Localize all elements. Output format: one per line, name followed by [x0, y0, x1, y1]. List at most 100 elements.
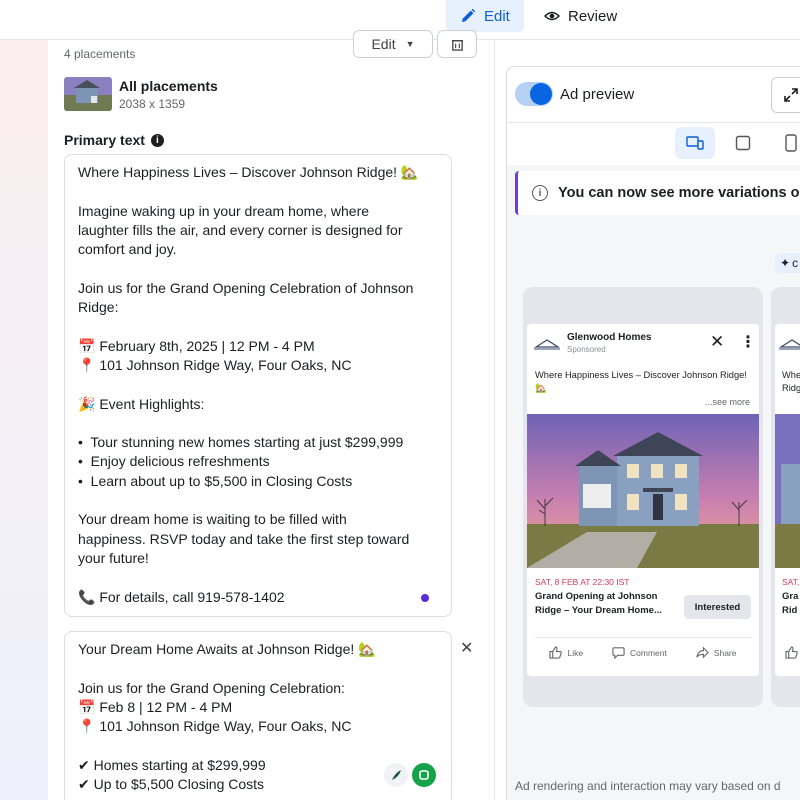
- primary-text-1-line: comfort and joy.: [78, 241, 177, 258]
- tab-edit-label: Edit: [484, 7, 510, 25]
- primary-text-1-line: your future!: [78, 549, 149, 566]
- primary-text-2-line: [78, 659, 438, 678]
- placements-count: 4 placements: [64, 47, 136, 61]
- comment-button[interactable]: Comment: [612, 646, 667, 659]
- post-actions: Like Comment Share: [535, 646, 751, 659]
- ad-2-text-line-2: Ridg: [782, 383, 800, 393]
- brand-name: Glenwood Homes: [567, 332, 652, 343]
- primary-text-2-line: 📅 Feb 8 | 12 PM - 4 PM: [78, 698, 233, 715]
- preview-disclaimer: Ad rendering and interaction may vary ba…: [515, 779, 781, 793]
- phone-icon: [785, 134, 797, 152]
- remove-text-close-icon[interactable]: ✕: [460, 638, 473, 658]
- primary-text-2-line: 📍 101 Johnson Ridge Way, Four Oaks, NC: [78, 718, 352, 735]
- primary-text-1-line: happiness. RSVP today and take the first…: [78, 530, 410, 547]
- device-desktop-button[interactable]: [723, 127, 763, 159]
- ad-preview-card-2: Whe Ridg SAT, Gra Rid: [775, 324, 800, 676]
- primary-text-1-line: • Tour stunning new homes starting at ju…: [78, 434, 404, 451]
- tab-review-label: Review: [568, 7, 618, 25]
- multi-device-icon: [686, 136, 704, 150]
- card-close-icon[interactable]: ✕: [710, 332, 724, 352]
- image-dimensions: 2038 x 1359: [119, 97, 186, 111]
- primary-text-input-1[interactable]: Where Happiness Lives – Discover Johnson…: [64, 154, 452, 617]
- square-icon: [735, 135, 751, 151]
- sponsored-label: Sponsored: [567, 345, 606, 354]
- thumbs-up-icon-2: [785, 646, 798, 659]
- primary-text-1-line: [78, 414, 438, 433]
- event-date: SAT, 8 FEB AT 22:30 IST: [535, 577, 630, 587]
- delete-button[interactable]: [437, 30, 477, 58]
- variations-notice: i You can now see more variations o: [515, 171, 800, 215]
- primary-text-1-line: 📅 February 8th, 2025 | 12 PM - 4 PM: [78, 337, 315, 354]
- info-icon[interactable]: i: [150, 133, 164, 147]
- text-assist-icons: [384, 763, 436, 787]
- ad-preview-toggle[interactable]: [515, 82, 553, 106]
- like-button[interactable]: Like: [549, 646, 583, 659]
- like-label: Like: [567, 647, 584, 658]
- house-image-2: [775, 414, 800, 568]
- edit-dropdown[interactable]: Edit ▼: [353, 30, 433, 58]
- expand-icon: [784, 88, 798, 102]
- primary-text-1-line: 🎉 Event Highlights:: [78, 395, 205, 412]
- sparkle-icon: ✦: [780, 256, 791, 270]
- ad-primary-text: Where Happiness Lives – Discover Johnson…: [535, 370, 747, 393]
- thumbs-up-icon: [549, 646, 563, 659]
- panel-divider: [494, 40, 495, 800]
- toggle-knob: [530, 83, 552, 105]
- info-circle-icon: i: [532, 185, 548, 201]
- primary-text-1-line: • Learn about up to $5,500 in Closing Co…: [78, 472, 353, 489]
- primary-text-1-line: • Enjoy delicious refreshments: [78, 453, 270, 470]
- brand-logo: [534, 336, 560, 354]
- pencil-icon: [462, 8, 476, 22]
- primary-text-1-line: [78, 375, 438, 394]
- share-button[interactable]: Share: [696, 646, 737, 659]
- primary-text-2-line: [78, 736, 438, 755]
- primary-text-1-line: Your dream home is waiting to be filled …: [78, 511, 347, 528]
- primary-text-2-line: Your Dream Home Awaits at Johnson Ridge!…: [78, 641, 376, 657]
- primary-text-1-line: Where Happiness Lives – Discover Johnson…: [78, 164, 419, 180]
- edit-dropdown-label: Edit: [371, 36, 396, 52]
- ad-2-title-line-2: Rid: [782, 605, 798, 616]
- primary-text-heading: Primary text i: [64, 132, 164, 148]
- feather-icon[interactable]: [384, 763, 408, 787]
- eye-icon: [544, 11, 560, 21]
- tab-edit[interactable]: Edit: [446, 0, 524, 32]
- left-gradient-backdrop: [0, 40, 48, 800]
- share-label: Share: [713, 647, 737, 658]
- card-divider: [535, 637, 751, 638]
- share-icon: [696, 646, 709, 659]
- interested-button[interactable]: Interested: [684, 595, 751, 619]
- generate-chip[interactable]: ✦ c: [775, 253, 800, 273]
- notice-text: You can now see more variations o: [558, 185, 800, 201]
- device-mobile-button[interactable]: [771, 127, 800, 159]
- preview-header: Ad preview: [507, 67, 800, 123]
- ad-preview-panel: Ad preview i You can now see more variat…: [506, 66, 800, 800]
- primary-text-1-line: 📞 For details, call 919-578-1402: [78, 588, 285, 605]
- primary-text-1-line: Join us for the Grand Opening Celebratio…: [78, 279, 414, 296]
- primary-text-1-line: [78, 259, 438, 278]
- caret-down-icon: ▼: [405, 39, 415, 49]
- ad-2-text: Whe Ridg: [782, 369, 800, 395]
- expand-button[interactable]: [771, 77, 800, 113]
- device-selector: [507, 123, 800, 165]
- ad-2-text-line-1: Whe: [782, 370, 800, 380]
- ad-preview-label: Ad preview: [560, 86, 635, 103]
- ad-2-title-line-1: Gra: [782, 591, 799, 602]
- tab-review[interactable]: Review: [530, 0, 631, 32]
- trash-icon: [451, 39, 463, 51]
- editor-panel: 4 placements Edit ▼ All placements 2038 …: [48, 30, 478, 800]
- house-image: [527, 414, 759, 568]
- device-all-button[interactable]: [675, 127, 715, 159]
- primary-text-2-line: Join us for the Grand Opening Celebratio…: [78, 679, 345, 696]
- brand-logo-2: [779, 336, 800, 354]
- see-more-link[interactable]: ...see more: [705, 397, 750, 407]
- event-title: Grand Opening at Johnson Ridge – Your Dr…: [535, 591, 662, 616]
- grammarly-icon[interactable]: [412, 763, 436, 787]
- more-options-icon[interactable]: ⋮: [740, 332, 756, 352]
- ad-2-event-title: Gra Rid: [782, 590, 798, 618]
- ad-2-event-date: SAT,: [782, 577, 800, 587]
- primary-text-1-line: [78, 317, 438, 336]
- primary-text-1-line: [78, 491, 438, 510]
- ad-preview-card: Glenwood Homes Sponsored ✕ ⋮ Where Happi…: [527, 324, 759, 676]
- placement-thumbnail: [64, 77, 112, 111]
- primary-text-label: Primary text: [64, 132, 145, 148]
